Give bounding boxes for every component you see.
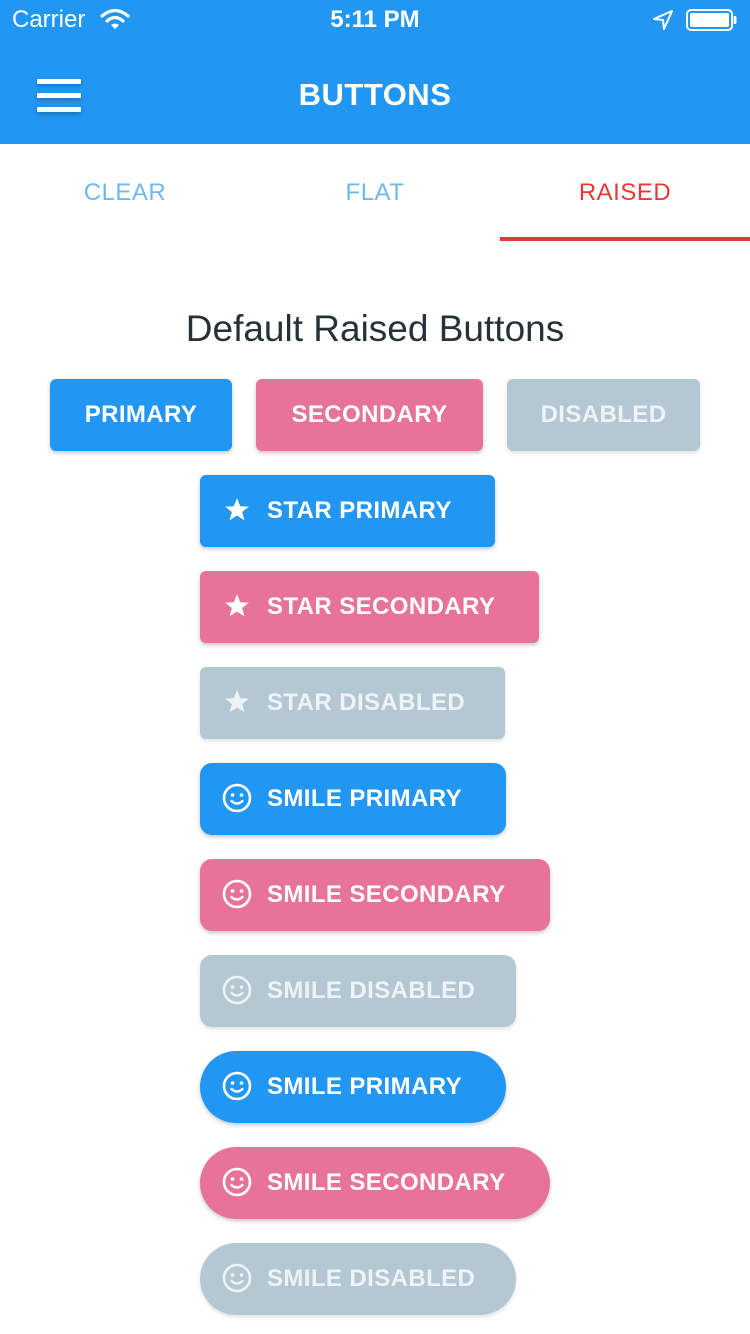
smile-icon: [222, 975, 252, 1005]
page-title: BUTTONS: [298, 77, 452, 112]
tab-flat[interactable]: FLAT: [250, 144, 500, 240]
smile-secondary-pill-button[interactable]: SMILE SECONDARY: [200, 1147, 550, 1219]
tab-clear[interactable]: CLEAR: [0, 144, 250, 240]
button-label: STAR DISABLED: [267, 689, 466, 716]
app-header: Carrier 5:11 PM BUTTONS: [0, 0, 750, 144]
navigation-bar: BUTTONS: [0, 40, 750, 144]
smile-icon: [222, 1071, 252, 1101]
primary-button[interactable]: PRIMARY: [50, 379, 232, 451]
smile-icon: [222, 783, 252, 813]
smile-disabled-pill-button[interactable]: SMILE DISABLED: [200, 1243, 516, 1315]
button-label: SMILE DISABLED: [267, 1265, 476, 1292]
star-icon: [225, 594, 249, 617]
star-icon: [225, 498, 249, 521]
button-label: SMILE PRIMARY: [267, 1073, 462, 1100]
star-icon: [225, 690, 249, 713]
secondary-button[interactable]: SECONDARY: [256, 379, 483, 451]
smile-icon: [222, 1167, 252, 1197]
status-time: 5:11 PM: [330, 6, 420, 33]
tab-raised[interactable]: RAISED: [500, 144, 750, 240]
smile-secondary-button[interactable]: SMILE SECONDARY: [200, 859, 550, 931]
button-label: SMILE SECONDARY: [267, 881, 506, 908]
button-label: STAR PRIMARY: [267, 497, 452, 524]
tab-bar: CLEAR FLAT RAISED: [0, 144, 750, 240]
smile-primary-pill-button[interactable]: SMILE PRIMARY: [200, 1051, 506, 1123]
smile-icon: [222, 1263, 252, 1293]
star-primary-button[interactable]: STAR PRIMARY: [200, 475, 495, 547]
battery-icon: [686, 9, 737, 31]
smile-disabled-button[interactable]: SMILE DISABLED: [200, 955, 516, 1027]
button-label: SMILE DISABLED: [267, 977, 476, 1004]
smile-icon: [222, 879, 252, 909]
disabled-button[interactable]: DISABLED: [507, 379, 700, 451]
section-title: Default Raised Buttons: [185, 308, 565, 349]
status-bar: Carrier 5:11 PM: [0, 0, 750, 40]
star-disabled-button[interactable]: STAR DISABLED: [200, 667, 505, 739]
buttons-screen: Carrier 5:11 PM BUTTONS CLEAR FLAT RAISE…: [0, 0, 750, 1334]
active-tab-indicator: [500, 237, 750, 241]
button-label: SMILE SECONDARY: [267, 1169, 506, 1196]
smile-primary-button[interactable]: SMILE PRIMARY: [200, 763, 506, 835]
button-label: STAR SECONDARY: [267, 593, 496, 620]
star-secondary-button[interactable]: STAR SECONDARY: [200, 571, 539, 643]
button-label: SMILE PRIMARY: [267, 785, 462, 812]
location-arrow-icon: [653, 10, 673, 30]
